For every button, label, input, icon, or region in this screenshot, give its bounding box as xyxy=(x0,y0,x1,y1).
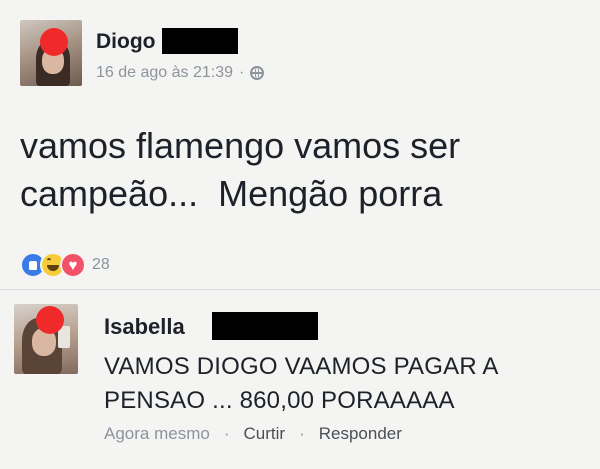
comment-author-name[interactable]: Isabella xyxy=(104,314,185,339)
post-header: Diogo 16 de ago às 21:39 · xyxy=(20,20,580,90)
globe-icon[interactable] xyxy=(250,66,265,80)
action-separator: · xyxy=(299,424,305,443)
action-separator: · xyxy=(223,424,230,443)
comment-body: Isabella VAMOS DIOGO VAAMOS PAGAR A PENS… xyxy=(104,312,584,418)
reactions-bar[interactable]: 28 xyxy=(20,252,110,278)
author-avatar[interactable] xyxy=(20,20,82,86)
post-comment-divider xyxy=(0,289,600,290)
avatar-censor-dot xyxy=(40,28,68,56)
comment-actions: Agora mesmo · Curtir · Responder xyxy=(104,424,402,444)
avatar-censor-dot xyxy=(36,306,64,334)
post-text: vamos flamengo vamos ser campeão... Meng… xyxy=(20,125,461,214)
comment-time[interactable]: Agora mesmo xyxy=(104,424,210,444)
post-author-name[interactable]: Diogo xyxy=(96,30,155,54)
reaction-count[interactable]: 28 xyxy=(92,256,110,274)
author-surname-redaction xyxy=(162,28,238,54)
comment-author-row: Isabella xyxy=(104,312,584,344)
reply-comment-link[interactable]: Responder xyxy=(319,424,402,444)
post-timestamp[interactable]: 16 de ago às 21:39 xyxy=(96,64,233,82)
commenter-avatar[interactable] xyxy=(14,304,78,374)
like-comment-link[interactable]: Curtir xyxy=(244,424,286,444)
meta-separator: · xyxy=(239,64,245,81)
comment-text: VAMOS DIOGO VAAMOS PAGAR A PENSAO ... 86… xyxy=(104,353,499,414)
post-meta: 16 de ago às 21:39 · xyxy=(96,64,265,82)
love-icon xyxy=(60,252,86,278)
commenter-surname-redaction xyxy=(212,312,318,340)
